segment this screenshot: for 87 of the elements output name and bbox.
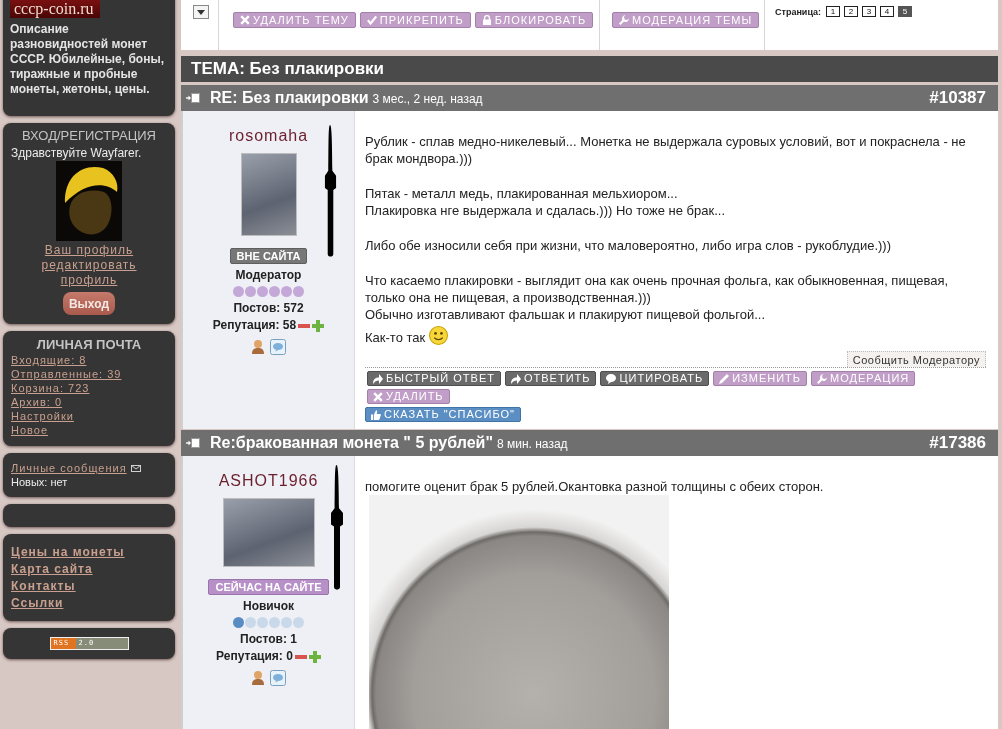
panel-title: ЛИЧНАЯ ПОЧТА: [35, 337, 143, 353]
status-badge: ВНЕ САЙТА: [229, 248, 308, 264]
author-name[interactable]: ASHOT1966: [218, 472, 319, 490]
thanks-button[interactable]: СКАЗАТЬ "СПАСИБО": [365, 407, 521, 422]
thumbs-up-icon: [371, 409, 381, 420]
minus-icon[interactable]: [294, 654, 307, 659]
curved-arrow-icon: [373, 373, 383, 384]
message-text: Плакировка нге выдержала и сдалась.))) Но тоже не брак...: [365, 202, 726, 219]
page-button[interactable]: 1: [826, 6, 841, 17]
rank-dot-icon: [281, 617, 292, 628]
cross-icon: [373, 391, 383, 402]
nav-link[interactable]: Цены на монеты: [11, 544, 125, 561]
page-button[interactable]: 4: [880, 6, 895, 17]
reputation-text: Репутация: 58: [212, 317, 297, 334]
mail-link[interactable]: Корзина: 723: [11, 381, 90, 395]
curved-arrow-icon: [510, 373, 521, 384]
page-label: Страница:: [775, 6, 822, 17]
message-text: Обычно изготавливают фальшак и плакируют пищевой фольгой...: [365, 306, 767, 323]
post-count: Постов: 572: [233, 300, 304, 317]
nav-link[interactable]: Карта сайта: [11, 561, 93, 578]
page-button[interactable]: 2: [844, 6, 859, 17]
logout-button[interactable]: Выход: [62, 292, 116, 315]
padlock-icon: [481, 15, 492, 25]
message-text: Либо обе износили себя при жизни, что маловероятно, либо игра слов - рукоблудие.))): [365, 237, 893, 254]
report-button[interactable]: Сообщить Модератору: [846, 351, 986, 367]
person-icon[interactable]: [251, 340, 264, 354]
nav-link[interactable]: Контакты: [11, 578, 76, 595]
post-number[interactable]: #10387: [929, 85, 986, 111]
post-time: 3 мес., 2 нед. назад: [372, 91, 483, 108]
plus-icon[interactable]: [308, 650, 321, 663]
marker-stroke-icon: [324, 125, 337, 257]
caret-icon: [197, 9, 205, 15]
panel-title: ВХОД/РЕГИСТРАЦИЯ: [22, 128, 156, 144]
dropdown-button[interactable]: [193, 5, 209, 19]
message-text: Пятак - металл медь, плакированная мельхиором...: [365, 185, 679, 202]
quote-button[interactable]: ЦИТИРОВАТЬ: [600, 371, 710, 386]
status-badge: СЕЙЧАС НА САЙТЕ: [208, 579, 329, 595]
author-name[interactable]: rosomaha: [228, 127, 309, 145]
mail-link[interactable]: Настройки: [11, 409, 74, 423]
reputation-text: Репутация: 0: [216, 648, 293, 665]
message-text: Рублик - сплав медно-никелевый... Монетка не выдержала суровых условий, вот и покраснела - не брак мондвора.))): [365, 133, 967, 167]
reply-button[interactable]: ОТВЕТИТЬ: [504, 371, 597, 386]
author-role: Модератор: [235, 267, 302, 283]
message-text: Что касаемо плакировки - выглядит она как очень прочная фольга, как обыкновенная, пищевая, только она не пищевая, а производственная.))): [365, 272, 950, 306]
rank-dot-icon: [269, 617, 280, 628]
greeting-text: Здравствуйте Wayfarer.: [11, 146, 142, 160]
post-count: Постов: 1: [240, 631, 297, 648]
cross-icon: [240, 15, 250, 25]
post-number[interactable]: #17386: [929, 430, 986, 456]
mail-link[interactable]: Входящие: 8: [11, 353, 87, 367]
wrench-icon: [619, 15, 629, 25]
speech-bubble-icon: [606, 373, 617, 384]
speech-bubble-icon[interactable]: [269, 670, 286, 686]
mail-link[interactable]: Новое: [11, 423, 49, 437]
wrench-icon: [817, 373, 828, 384]
reply-button[interactable]: БЫСТРЫЙ ОТВЕТ: [367, 371, 501, 386]
page-button[interactable]: 3: [862, 6, 877, 17]
marker-stroke-icon: [330, 465, 344, 590]
post-title: Re:бракованная монета " 5 рублей": [210, 433, 493, 453]
nav-link[interactable]: Ссылки: [11, 595, 64, 612]
rank-dot-icon: [293, 617, 304, 628]
check-icon: [366, 15, 377, 25]
person-icon[interactable]: [251, 671, 264, 685]
site-logo[interactable]: cccp-coin.ru: [10, 0, 100, 18]
post-title: RE: Без плакировки: [210, 88, 369, 108]
page-button[interactable]: 5: [898, 6, 913, 17]
envelope-icon: [130, 464, 141, 472]
topic-title: ТЕМА: Без плакировки: [181, 56, 998, 82]
rank-dot-icon: [245, 617, 256, 628]
arrow-square-icon: [186, 438, 200, 448]
message-text: Как-то так: [365, 330, 426, 345]
plus-icon[interactable]: [312, 319, 325, 332]
mail-link[interactable]: Отправленные: 39: [11, 367, 122, 381]
mail-link[interactable]: Архив: 0: [11, 395, 63, 409]
profile-link[interactable]: редактировать профиль: [32, 258, 146, 288]
arrow-square-icon: [186, 93, 200, 103]
messages-link[interactable]: Личные сообщения: [11, 461, 127, 475]
rank-dot-icon: [257, 617, 268, 628]
profile-link[interactable]: Ваш профиль: [44, 243, 134, 258]
messages-status: Новых: нет: [11, 475, 69, 489]
minus-icon[interactable]: [298, 323, 311, 328]
author-role: Новичок: [242, 598, 295, 614]
site-description: Описание разновидностей монет СССР. Юбилейные, боны, тиражные и пробные монеты, жетоны, цены.: [10, 22, 164, 97]
post-time: 8 мин. назад: [496, 436, 568, 453]
message-text: помогите оценит брак 5 рублей.Окантовка разной толщины с обеих сторон.: [365, 478, 825, 495]
pencil-icon: [719, 373, 730, 384]
speech-bubble-icon[interactable]: [269, 339, 286, 355]
